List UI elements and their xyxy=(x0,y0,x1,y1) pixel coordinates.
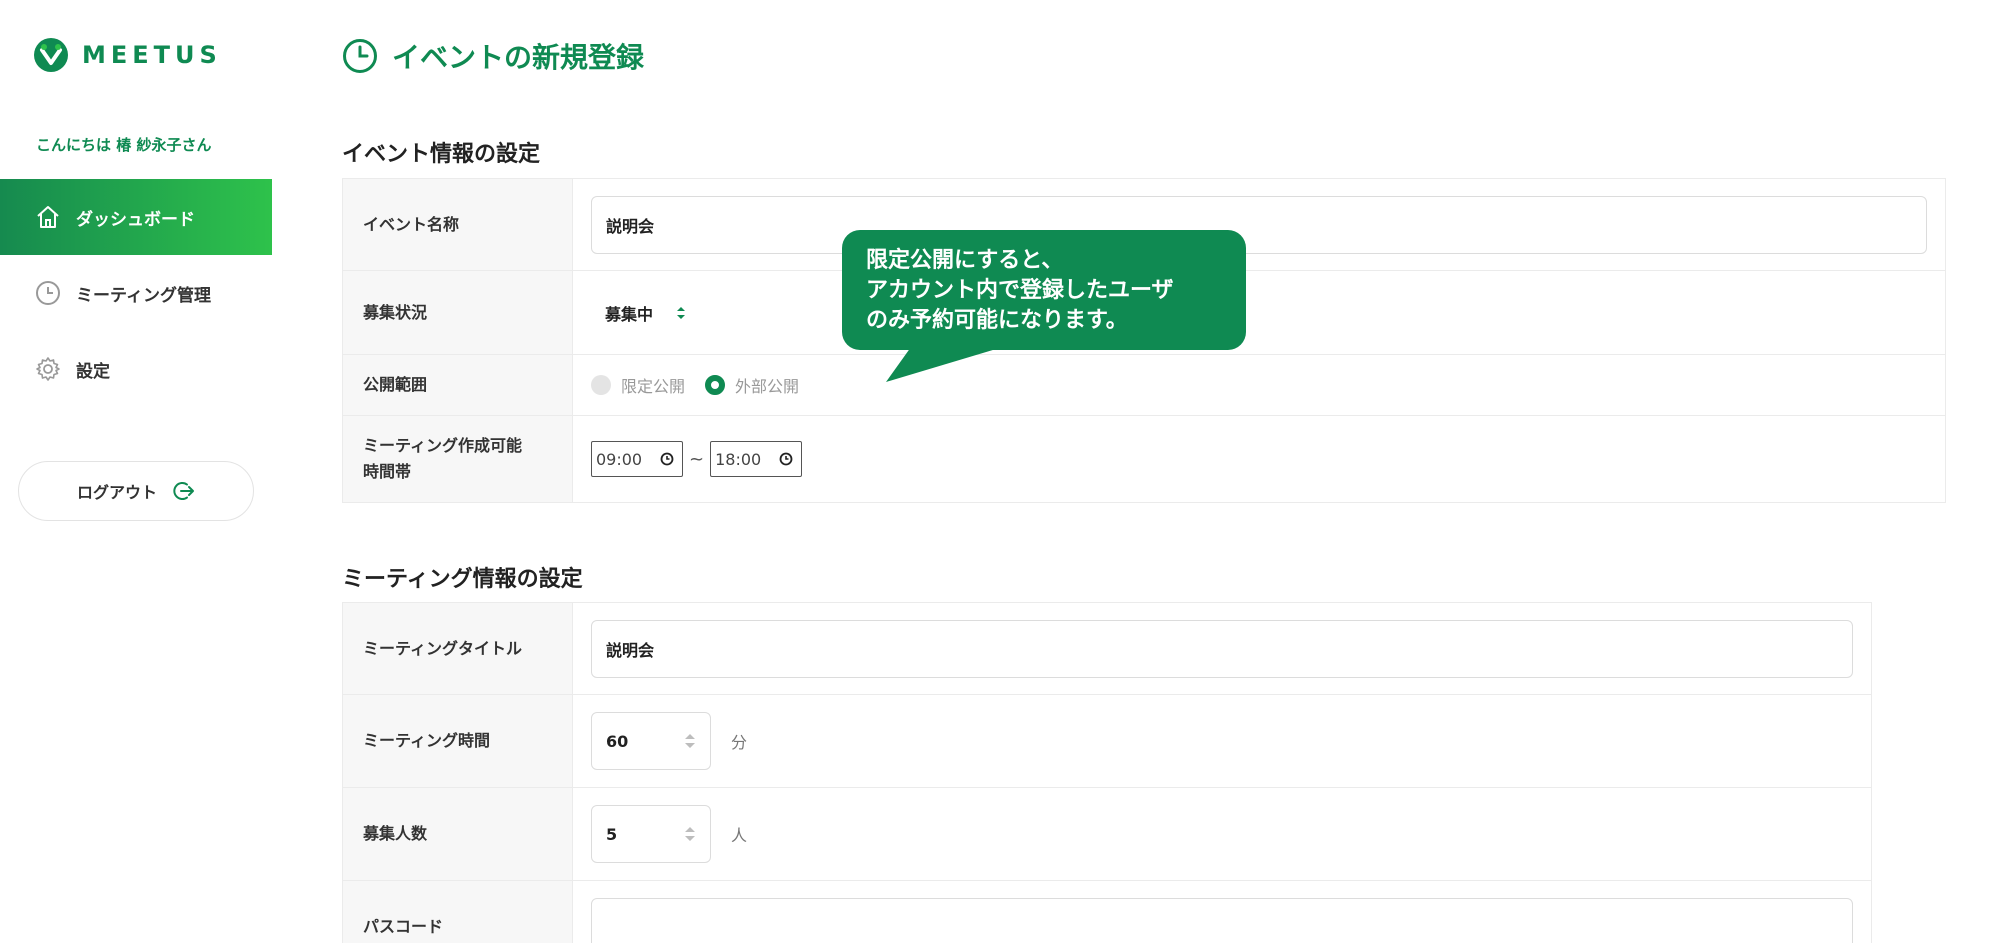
duration-unit: 分 xyxy=(731,733,748,752)
sidebar: MEETUS こんにちは 椿 紗永子さん ダッシュボード ミーティング管理 設定 xyxy=(0,0,272,943)
stepper-icon[interactable] xyxy=(684,825,696,843)
sidebar-item-label: 設定 xyxy=(76,361,110,382)
page-title-text: イベントの新規登録 xyxy=(392,41,645,74)
capacity-value: 5 xyxy=(606,824,618,844)
recruit-status-label: 募集状況 xyxy=(342,270,573,355)
meeting-title-label: ミーティングタイトル xyxy=(342,602,573,695)
table-row: 募集人数 5 人 xyxy=(342,787,1872,881)
recruit-status-select[interactable]: 募集中 xyxy=(591,301,687,325)
meeting-duration-value: 60 xyxy=(606,731,629,751)
brand-name: MEETUS xyxy=(82,41,222,69)
radio-limited[interactable] xyxy=(591,375,611,395)
radio-limited-label[interactable]: 限定公開 xyxy=(621,373,685,397)
logout-label: ログアウト xyxy=(76,483,157,502)
visibility-tooltip: 限定公開にすると、 アカウント内で登録したユーザ のみ予約可能になります。 xyxy=(842,230,1246,350)
end-time-value: 18:00 xyxy=(715,449,762,469)
user-greeting: こんにちは 椿 紗永子さん xyxy=(36,136,212,154)
clock-icon xyxy=(779,452,793,466)
passcode-input[interactable] xyxy=(591,897,1853,943)
tooltip-line: アカウント内で登録したユーザ xyxy=(866,278,1174,303)
recruit-status-value: 募集中 xyxy=(605,304,654,324)
app-root: MEETUS こんにちは 椿 紗永子さん ダッシュボード ミーティング管理 設定 xyxy=(0,0,1989,943)
table-row: ミーティングタイトル 説明会 xyxy=(342,602,1872,695)
meeting-duration-label: ミーティング時間 xyxy=(342,694,573,788)
start-time-input[interactable]: 09:00 xyxy=(591,441,683,477)
radio-external[interactable] xyxy=(705,375,726,395)
stepper-icon[interactable] xyxy=(684,732,696,750)
main-content: イベントの新規登録 イベント情報の設定 イベント名称 説明会 募集状況 募集中 xyxy=(272,0,1989,943)
meetus-logo-icon xyxy=(34,38,68,72)
page-title: イベントの新規登録 xyxy=(342,36,644,76)
visibility-radio-group: 限定公開 外部公開 xyxy=(591,373,1927,397)
table-row: パスコード xyxy=(342,880,1872,943)
time-separator: ~ xyxy=(689,448,705,470)
available-hours-label-line2: 時間帯 xyxy=(363,462,412,481)
logo[interactable]: MEETUS xyxy=(34,38,222,72)
clock-icon xyxy=(660,452,674,466)
end-time-input[interactable]: 18:00 xyxy=(710,441,803,477)
available-hours-label: ミーティング作成可能 時間帯 xyxy=(342,415,573,503)
meeting-duration-input[interactable]: 60 xyxy=(591,712,711,770)
event-name-input[interactable]: 説明会 xyxy=(591,195,1927,254)
sidebar-item-label: ミーティング管理 xyxy=(76,285,211,306)
table-row: ミーティング作成可能 時間帯 09:00 ~ 18:00 xyxy=(342,415,1946,503)
logout-icon xyxy=(173,482,194,500)
meeting-section-title: ミーティング情報の設定 xyxy=(342,567,583,592)
table-row: 公開範囲 限定公開 外部公開 xyxy=(342,354,1946,416)
meeting-title-input[interactable]: 説明会 xyxy=(591,619,1853,678)
logout-button[interactable]: ログアウト xyxy=(18,461,254,521)
time-range: 09:00 ~ 18:00 xyxy=(591,441,1927,477)
clock-icon xyxy=(343,39,377,73)
visibility-label: 公開範囲 xyxy=(342,354,573,416)
radio-external-label[interactable]: 外部公開 xyxy=(735,373,799,397)
event-section-title: イベント情報の設定 xyxy=(342,142,541,167)
clock-icon xyxy=(34,279,62,307)
sidebar-item-label: ダッシュボード xyxy=(76,209,195,230)
passcode-label: パスコード xyxy=(342,880,573,943)
capacity-input[interactable]: 5 xyxy=(591,805,711,863)
meeting-settings-table: ミーティングタイトル 説明会 ミーティング時間 60 分 募集人数 5 人 パス… xyxy=(342,602,1872,943)
tooltip-line: のみ予約可能になります。 xyxy=(866,308,1128,333)
capacity-label: 募集人数 xyxy=(342,787,573,881)
sort-caret-icon xyxy=(677,306,686,319)
available-hours-label-line1: ミーティング作成可能 xyxy=(363,436,523,455)
sidebar-item-dashboard[interactable]: ダッシュボード xyxy=(0,179,272,255)
home-icon xyxy=(34,203,62,231)
sidebar-item-settings[interactable]: 設定 xyxy=(0,331,272,407)
start-time-value: 09:00 xyxy=(596,449,643,469)
gear-icon xyxy=(34,355,62,383)
capacity-unit: 人 xyxy=(731,826,748,845)
table-row: ミーティング時間 60 分 xyxy=(342,694,1872,788)
sidebar-item-meeting-management[interactable]: ミーティング管理 xyxy=(0,255,272,331)
tooltip-line: 限定公開にすると、 xyxy=(866,248,1064,273)
event-name-label: イベント名称 xyxy=(342,178,573,271)
